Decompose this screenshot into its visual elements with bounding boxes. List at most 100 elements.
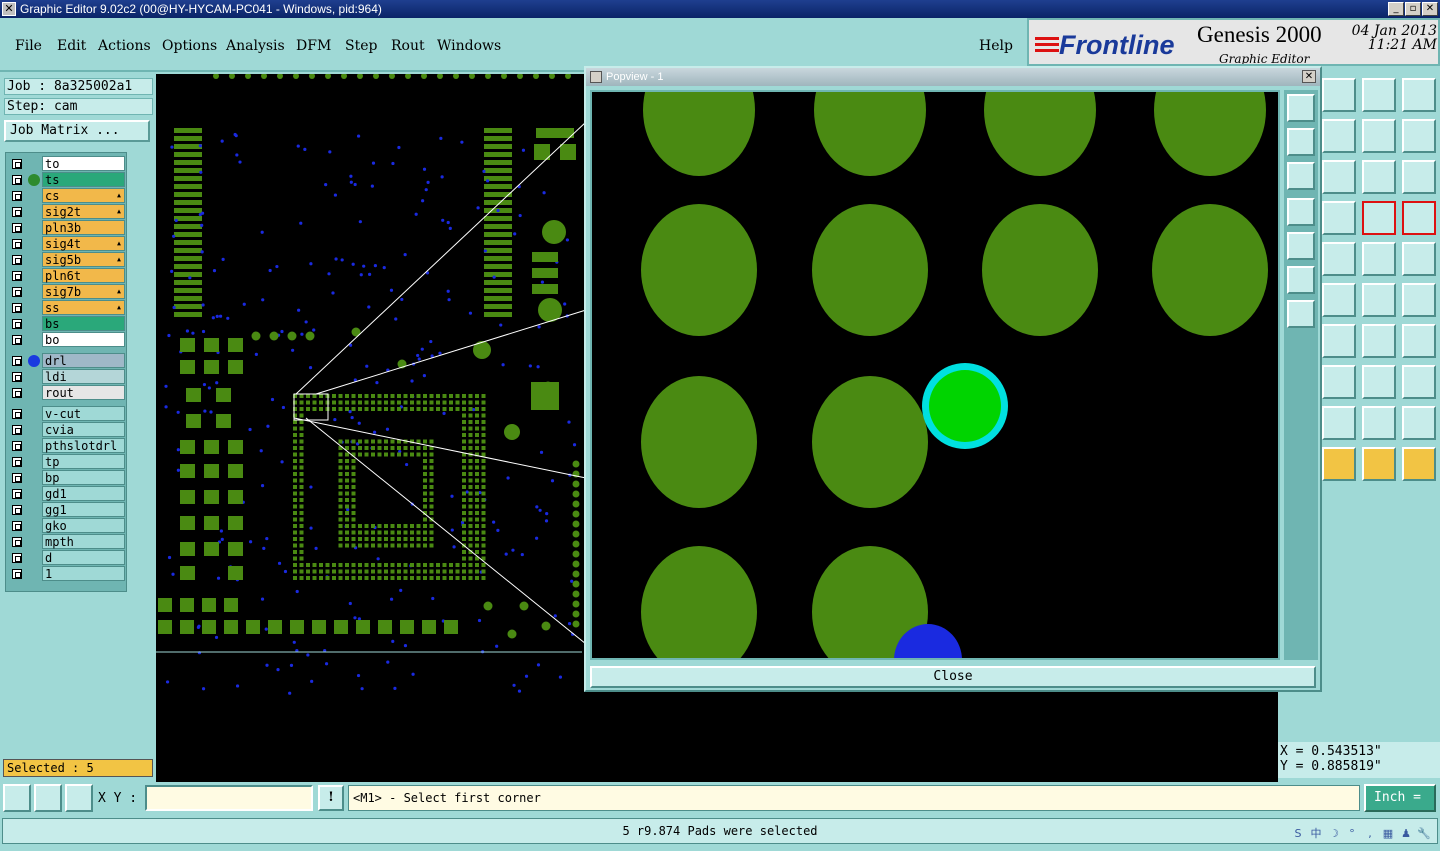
arc-icon[interactable] bbox=[1362, 324, 1396, 358]
text-alt-icon[interactable] bbox=[1362, 406, 1396, 440]
layer-name[interactable]: gd1 bbox=[42, 486, 125, 501]
close-window-button[interactable]: ✕ bbox=[1422, 2, 1438, 16]
popview-home-icon[interactable] bbox=[1287, 162, 1315, 190]
menu-analysis[interactable]: Analysis bbox=[226, 38, 285, 54]
layer-name[interactable]: pthslotdrl bbox=[42, 438, 125, 453]
app-icon[interactable]: ✕ bbox=[2, 2, 16, 16]
layer-checkbox[interactable] bbox=[12, 425, 22, 435]
layer-row[interactable]: sig4t ▴ bbox=[8, 236, 126, 251]
layer-name[interactable]: gko bbox=[42, 518, 125, 533]
units-select[interactable]: Inch = bbox=[1364, 784, 1436, 812]
maximize-button[interactable]: ▫ bbox=[1405, 2, 1421, 16]
layer-name[interactable]: sig2t ▴ bbox=[42, 204, 125, 219]
home-icon[interactable] bbox=[1362, 78, 1396, 112]
layer-row[interactable]: bs bbox=[8, 316, 126, 331]
layer-checkbox[interactable] bbox=[12, 569, 22, 579]
layer-checkbox[interactable] bbox=[12, 372, 22, 382]
measure-icon[interactable] bbox=[34, 784, 62, 812]
popview-close-icon[interactable]: ✕ bbox=[1302, 70, 1316, 83]
layer-row[interactable]: v-cut bbox=[8, 406, 126, 421]
grid-icon[interactable] bbox=[1322, 201, 1356, 235]
menu-actions[interactable]: Actions bbox=[98, 38, 151, 54]
layer-name[interactable]: 1 bbox=[42, 566, 125, 581]
snap-icon[interactable] bbox=[1402, 324, 1436, 358]
zoom-window-icon[interactable] bbox=[1402, 78, 1436, 112]
layer-row[interactable]: gko bbox=[8, 518, 126, 533]
layer-row[interactable]: sig7b ▴ bbox=[8, 284, 126, 299]
ruler-icon[interactable] bbox=[1362, 242, 1396, 276]
help-icon[interactable] bbox=[1402, 160, 1436, 194]
layer-row[interactable]: gd1 bbox=[8, 486, 126, 501]
text-icon[interactable] bbox=[1322, 406, 1356, 440]
tray-icon[interactable]: ☽ bbox=[1326, 826, 1342, 842]
layer-row[interactable]: d bbox=[8, 550, 126, 565]
layer-checkbox[interactable] bbox=[12, 473, 22, 483]
popview-fit-icon[interactable] bbox=[1287, 266, 1315, 294]
tray-icon[interactable]: 🔧 bbox=[1416, 826, 1432, 842]
layer-name[interactable]: drl bbox=[42, 353, 125, 368]
layer-name[interactable]: pln6t bbox=[42, 268, 125, 283]
center-icon[interactable] bbox=[1322, 160, 1356, 194]
minimize-button[interactable]: _ bbox=[1388, 2, 1404, 16]
layer-checkbox[interactable] bbox=[12, 388, 22, 398]
measure-icon[interactable] bbox=[1362, 365, 1396, 399]
menu-step[interactable]: Step bbox=[345, 38, 377, 54]
shapes-icon[interactable] bbox=[1402, 365, 1436, 399]
layer-name[interactable]: tp bbox=[42, 454, 125, 469]
cut-icon[interactable] bbox=[1322, 365, 1356, 399]
layer-row[interactable]: to bbox=[8, 156, 126, 171]
alert-button[interactable]: ! bbox=[318, 785, 344, 811]
layer-checkbox[interactable] bbox=[12, 175, 22, 185]
popview-pan-right-icon[interactable] bbox=[1287, 232, 1315, 260]
xy-input[interactable] bbox=[145, 785, 313, 811]
layer-checkbox[interactable] bbox=[12, 537, 22, 547]
layer-name[interactable]: to bbox=[42, 156, 125, 171]
route-icon[interactable] bbox=[1402, 447, 1436, 481]
tray-icon[interactable]: ▦ bbox=[1380, 826, 1396, 842]
layer-checkbox[interactable] bbox=[12, 303, 22, 313]
layer-name[interactable]: gg1 bbox=[42, 502, 125, 517]
popview-zoom-in-icon[interactable] bbox=[1287, 94, 1315, 122]
layer-checkbox[interactable] bbox=[12, 489, 22, 499]
menu-options[interactable]: Options bbox=[162, 38, 217, 54]
layer-checkbox[interactable] bbox=[12, 441, 22, 451]
redraw-icon[interactable] bbox=[1402, 119, 1436, 153]
layer-row[interactable]: cvia bbox=[8, 422, 126, 437]
tray-icon[interactable]: 中 bbox=[1308, 826, 1324, 842]
layer-row[interactable]: ldi bbox=[8, 369, 126, 384]
grid-icon[interactable] bbox=[65, 784, 93, 812]
popview-zoom-out-icon[interactable] bbox=[1287, 128, 1315, 156]
layer-name[interactable]: bs bbox=[42, 316, 125, 331]
layer-checkbox[interactable] bbox=[12, 207, 22, 217]
layer-checkbox[interactable] bbox=[12, 271, 22, 281]
tray-icon[interactable]: ° bbox=[1344, 826, 1360, 842]
layer-checkbox[interactable] bbox=[12, 521, 22, 531]
layer-name[interactable]: ldi bbox=[42, 369, 125, 384]
layer-checkbox[interactable] bbox=[12, 255, 22, 265]
select-alt-icon[interactable] bbox=[1362, 447, 1396, 481]
popview-close-button[interactable]: Close bbox=[590, 666, 1316, 688]
job-matrix-button[interactable]: Job Matrix ... bbox=[4, 120, 150, 142]
tray-icon[interactable]: ♟ bbox=[1398, 826, 1414, 842]
layer-name[interactable]: v-cut bbox=[42, 406, 125, 421]
layer-name[interactable]: bo bbox=[42, 332, 125, 347]
tray-icon[interactable]: S bbox=[1290, 826, 1306, 842]
popview-canvas[interactable] bbox=[590, 90, 1280, 660]
layer-checkbox[interactable] bbox=[12, 319, 22, 329]
scale-1-2-icon[interactable] bbox=[1362, 160, 1396, 194]
pad-icon[interactable] bbox=[1322, 242, 1356, 276]
popview-pan-left-icon[interactable] bbox=[1287, 198, 1315, 226]
layer-name[interactable]: ts bbox=[42, 172, 125, 187]
menu-windows[interactable]: Windows bbox=[437, 38, 501, 54]
layer-name[interactable]: sig7b ▴ bbox=[42, 284, 125, 299]
layer-name[interactable]: cvia bbox=[42, 422, 125, 437]
layer-checkbox[interactable] bbox=[12, 356, 22, 366]
menu-edit[interactable]: Edit bbox=[57, 38, 86, 54]
layer-name[interactable]: bp bbox=[42, 470, 125, 485]
layer-name[interactable]: sig4t ▴ bbox=[42, 236, 125, 251]
layer-name[interactable]: mpth bbox=[42, 534, 125, 549]
line-icon[interactable] bbox=[1322, 324, 1356, 358]
layer-checkbox[interactable] bbox=[12, 505, 22, 515]
undo-icon[interactable] bbox=[1362, 119, 1396, 153]
menu-help[interactable]: Help bbox=[979, 38, 1013, 54]
